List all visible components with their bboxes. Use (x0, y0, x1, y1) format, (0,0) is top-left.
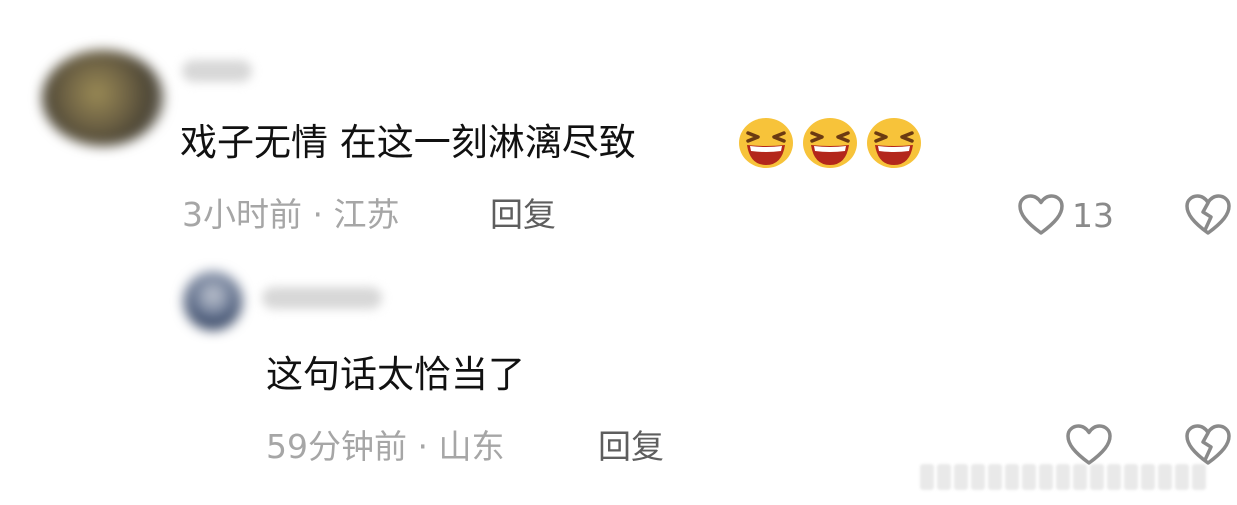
username-blurred[interactable] (182, 60, 252, 82)
like-button[interactable]: 13 (1018, 194, 1114, 236)
username-blurred[interactable] (262, 287, 382, 309)
broken-heart-outline-icon (1185, 424, 1231, 465)
reply-button[interactable]: 回复 (490, 198, 556, 231)
watermark-blurred (920, 464, 1220, 490)
squinting-laughing-emoji-icon (739, 118, 793, 168)
reply-button[interactable]: 回复 (598, 430, 664, 463)
like-count: 13 (1072, 195, 1114, 235)
heart-outline-icon (1066, 424, 1112, 465)
heart-outline-icon (1018, 194, 1064, 235)
comment-thread: 戏子无情 在这一刻淋漓尽致 3小时前 · 江苏 回复 13 这句话太恰当了 59… (0, 0, 1237, 505)
avatar[interactable] (42, 50, 164, 146)
broken-heart-outline-icon (1185, 194, 1231, 235)
comment-text: 戏子无情 在这一刻淋漓尽致 (180, 121, 636, 164)
squinting-laughing-emoji-icon (803, 118, 857, 168)
emoji-row (738, 117, 922, 169)
comment-meta: 3小时前 · 江苏 (182, 195, 400, 234)
comment-meta: 59分钟前 · 山东 (266, 427, 505, 466)
avatar[interactable] (184, 272, 242, 330)
squinting-laughing-emoji-icon (867, 118, 921, 168)
like-button[interactable] (1066, 424, 1112, 466)
comment-text: 这句话太恰当了 (266, 353, 525, 396)
dislike-button[interactable] (1185, 194, 1231, 240)
